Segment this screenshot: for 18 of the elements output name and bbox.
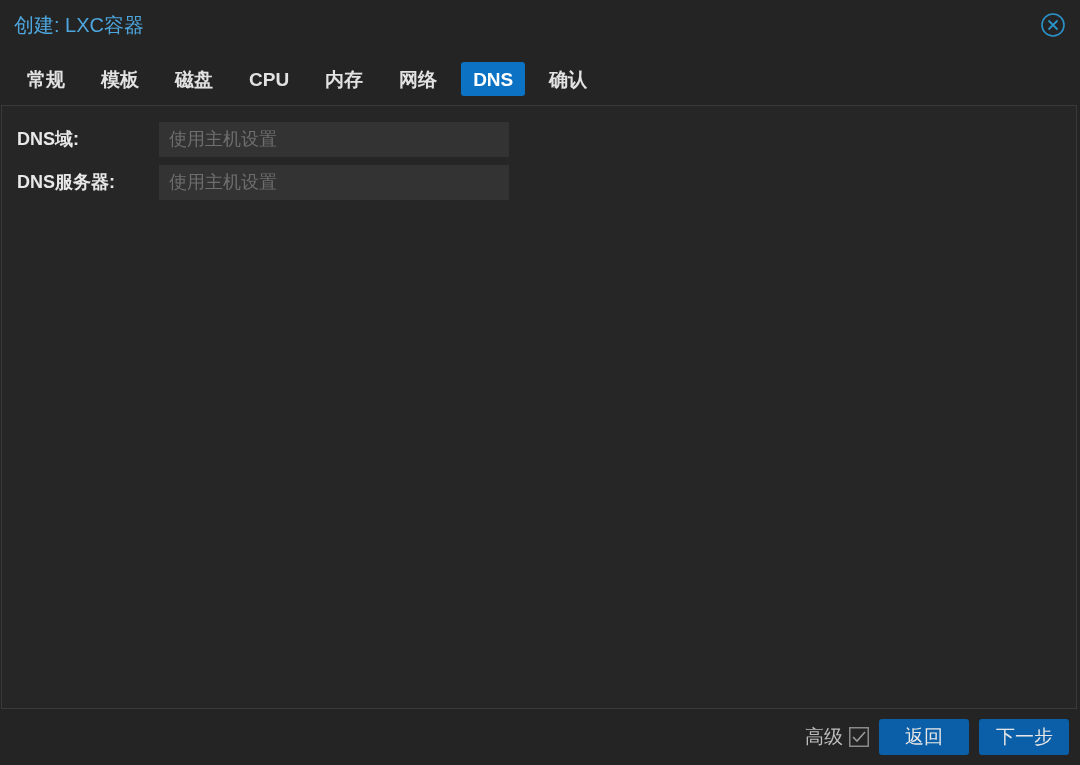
window-title: 创建: LXC容器 (14, 13, 145, 38)
input-field[interactable]: 使用主机设置 (159, 165, 509, 200)
footer-button[interactable]: 返回 (879, 719, 969, 755)
tab[interactable]: 网络 (387, 62, 450, 96)
input-field[interactable]: 使用主机设置 (159, 122, 509, 157)
field-label: DNS域: (16, 128, 80, 151)
footer-button[interactable]: 下一步 (979, 719, 1069, 755)
advanced-label: 高级 (805, 724, 843, 749)
tab[interactable]: DNS (461, 62, 526, 96)
tab[interactable]: CPU (237, 62, 302, 96)
checkbox[interactable] (849, 727, 869, 747)
tab[interactable]: 磁盘 (163, 62, 225, 96)
field-label: DNS服务器: (16, 171, 116, 194)
tab[interactable]: 常规 (15, 62, 77, 96)
close-icon[interactable] (1041, 13, 1065, 37)
tab[interactable]: 模板 (89, 62, 151, 96)
tab[interactable]: 内存 (313, 62, 376, 96)
tab[interactable]: 确认 (537, 62, 600, 96)
